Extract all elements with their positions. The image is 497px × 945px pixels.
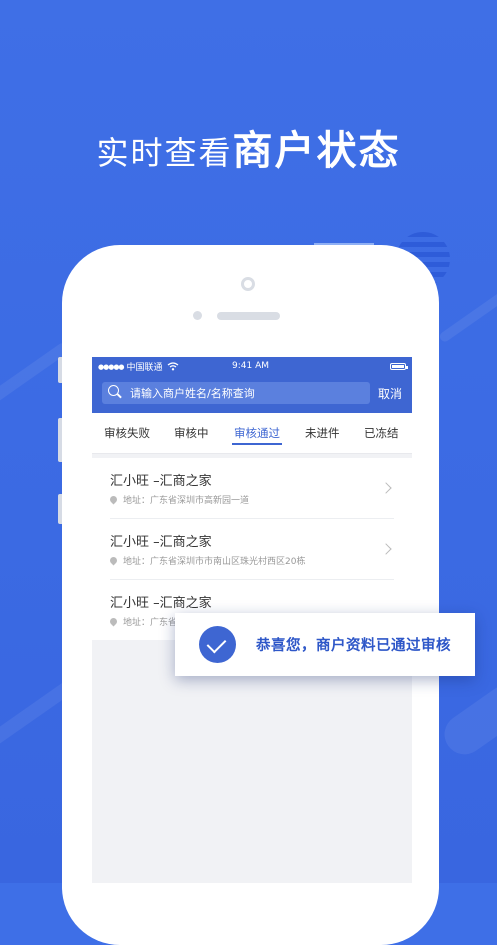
search-input[interactable] xyxy=(130,386,350,400)
chevron-right-icon xyxy=(380,482,392,494)
headline-bold: 商户状态 xyxy=(232,128,401,174)
cancel-button[interactable]: 取消 xyxy=(378,385,402,402)
carrier-label: 中国联通 xyxy=(126,363,163,373)
phone-speaker xyxy=(217,312,280,320)
location-pin-icon xyxy=(108,494,119,505)
list-item[interactable]: 汇小旺 –汇商之家 地址：广东省深圳市市南山区珠光村西区20栋 xyxy=(108,519,394,580)
tab-reviewing[interactable]: 审核中 xyxy=(174,413,209,453)
address-text: 地址：广东省深圳市市南山区珠光村西区20栋 xyxy=(123,557,306,567)
merchant-address: 地址：广东省深圳市高新园一道 xyxy=(108,493,250,506)
toast-message: 恭喜您，商户资料已通过审核 xyxy=(256,638,451,654)
address-text: 地址：广东省深圳市高新园一道 xyxy=(123,496,250,506)
chevron-right-icon xyxy=(380,543,392,555)
merchant-name: 汇小旺 –汇商之家 xyxy=(110,596,212,611)
status-time: 9:41 AM xyxy=(232,361,269,371)
merchant-name: 汇小旺 –汇商之家 xyxy=(110,535,212,550)
battery-icon xyxy=(390,363,408,370)
phone-sensor xyxy=(193,311,202,320)
app-header: ●●●●● 中国联通 9:41 AM 取消 xyxy=(92,357,412,413)
search-box[interactable] xyxy=(102,382,370,404)
merchant-address: 地址：广东省 xyxy=(108,615,178,628)
location-pin-icon xyxy=(108,616,119,627)
status-bar: ●●●●● 中国联通 9:41 AM xyxy=(92,357,412,376)
location-pin-icon xyxy=(108,555,119,566)
signal-icon: ●●●●● xyxy=(98,362,125,371)
address-text: 地址：广东省 xyxy=(123,618,178,628)
list-item[interactable]: 汇小旺 –汇商之家 地址：广东省深圳市高新园一道 xyxy=(108,458,394,519)
tab-approved[interactable]: 审核通过 xyxy=(232,413,282,453)
tab-frozen[interactable]: 已冻结 xyxy=(364,413,399,453)
phone-camera xyxy=(241,277,255,291)
tab-not-submitted[interactable]: 未进件 xyxy=(305,413,340,453)
headline: 实时查看商户状态 xyxy=(0,118,497,176)
search-row: 取消 xyxy=(92,376,412,410)
approval-toast: 恭喜您，商户资料已通过审核 xyxy=(175,613,475,676)
merchant-name: 汇小旺 –汇商之家 xyxy=(110,474,212,489)
search-icon xyxy=(108,385,124,401)
wifi-icon xyxy=(167,362,178,371)
check-icon xyxy=(199,626,236,663)
status-tabs: 审核失败 审核中 审核通过 未进件 已冻结 xyxy=(92,413,412,454)
tab-failed[interactable]: 审核失败 xyxy=(104,413,150,453)
merchant-address: 地址：广东省深圳市市南山区珠光村西区20栋 xyxy=(108,554,306,567)
headline-light: 实时查看 xyxy=(96,134,233,172)
